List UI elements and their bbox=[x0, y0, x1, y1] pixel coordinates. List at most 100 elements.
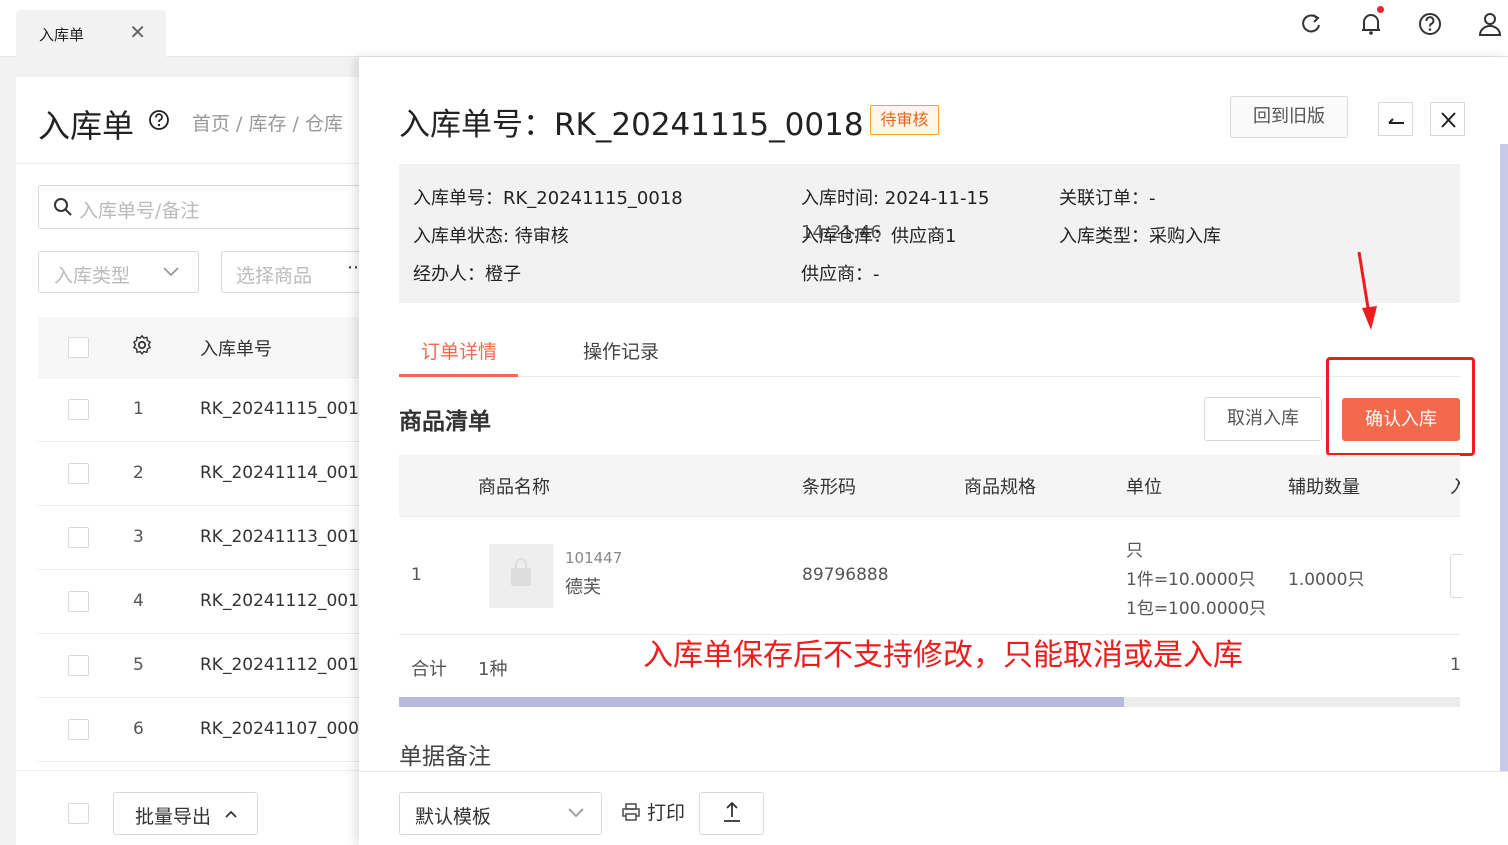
row-number: 5 bbox=[133, 655, 144, 675]
info-status: 入库单状态: 待审核 bbox=[413, 226, 569, 247]
row-checkbox[interactable] bbox=[68, 719, 89, 740]
column-truncated: 入 bbox=[1450, 477, 1460, 498]
goods-placeholder: 选择商品 bbox=[236, 265, 313, 287]
row-order-no[interactable]: RK_20241113_0014 bbox=[200, 527, 370, 547]
row-order-no[interactable]: RK_20241115_0018 bbox=[200, 399, 370, 419]
close-button[interactable] bbox=[1430, 102, 1465, 136]
total-kinds: 1种 bbox=[478, 659, 508, 680]
row-order-no[interactable]: RK_20241112_0010 bbox=[200, 655, 370, 675]
goods-select[interactable]: 选择商品 ⋯ bbox=[221, 251, 381, 293]
column-barcode: 条形码 bbox=[802, 477, 856, 498]
table-row[interactable]: 1 RK_20241115_0018 bbox=[38, 378, 378, 442]
row-checkbox[interactable] bbox=[68, 463, 89, 484]
print-button[interactable]: 打印 bbox=[621, 798, 685, 825]
user-icon[interactable] bbox=[1476, 10, 1504, 38]
drawer-footer: 默认模板 打印 bbox=[359, 771, 1508, 845]
notification-dot bbox=[1377, 6, 1384, 13]
inbound-type-select[interactable]: 入库类型 bbox=[38, 251, 199, 293]
old-version-button[interactable]: 回到旧版 bbox=[1230, 96, 1348, 138]
annotation-arrow-icon bbox=[1357, 251, 1377, 330]
unit-base: 只 bbox=[1126, 541, 1143, 561]
detail-tabs: 订单详情 操作记录 bbox=[399, 327, 1460, 377]
unit-conversion-box: 1件=10.0000只 bbox=[1126, 570, 1256, 590]
collapse-button[interactable] bbox=[1378, 102, 1413, 136]
total-right-value: 1 bbox=[1450, 655, 1461, 675]
table-row[interactable]: 2 RK_20241114_0016 bbox=[38, 442, 378, 506]
table-header: 入库单号 bbox=[38, 317, 378, 378]
goods-list-title: 商品清单 bbox=[399, 409, 491, 435]
column-order-no: 入库单号 bbox=[200, 339, 272, 360]
info-type: 入库类型：采购入库 bbox=[1059, 226, 1221, 247]
cancel-inbound-button[interactable]: 取消入库 bbox=[1204, 397, 1322, 441]
info-supplier: 供应商：- bbox=[801, 264, 880, 285]
row-checkbox[interactable] bbox=[68, 527, 89, 548]
row-checkbox[interactable] bbox=[68, 591, 89, 612]
order-info-panel: 入库单号：RK_20241115_0018 入库时间: 2024-11-15 关… bbox=[399, 164, 1460, 303]
table-row[interactable]: 6 RK_20241107_0007 bbox=[38, 698, 378, 762]
close-icon bbox=[1441, 112, 1456, 128]
tab-order-detail-label: 订单详情 bbox=[421, 341, 498, 363]
row-number: 2 bbox=[133, 463, 144, 483]
chevron-up-icon bbox=[225, 810, 237, 818]
vertical-scrollbar[interactable] bbox=[1500, 144, 1508, 771]
gear-icon[interactable] bbox=[131, 334, 153, 356]
inbound-list-page: 入库单 首页 / 库存 / 仓库 入库单号/备注 入库类型 选择商品 ⋯ 入库单… bbox=[16, 77, 381, 845]
tab-close-icon[interactable]: ✕ bbox=[129, 20, 146, 44]
print-label: 打印 bbox=[647, 802, 686, 824]
inbound-detail-drawer: 入库单号：RK_20241115_0018 待审核 回到旧版 入库单号：RK_2… bbox=[359, 57, 1508, 845]
search-input[interactable]: 入库单号/备注 bbox=[38, 185, 378, 229]
info-order-no: 入库单号：RK_20241115_0018 bbox=[413, 188, 683, 209]
table-row[interactable]: 1 101447 德芙 89796888 只 1件=10.0000只 1包=10… bbox=[399, 517, 1462, 635]
tab-label: 入库单 bbox=[39, 26, 85, 44]
tab-operation-log[interactable]: 操作记录 bbox=[583, 337, 659, 364]
upload-icon bbox=[724, 801, 740, 822]
column-goods-name: 商品名称 bbox=[478, 477, 550, 498]
total-label: 合计 bbox=[411, 659, 447, 680]
info-related-order: 关联订单：- bbox=[1059, 188, 1156, 209]
row-checkbox[interactable] bbox=[68, 399, 89, 420]
bell-icon[interactable] bbox=[1357, 10, 1385, 38]
column-spec: 商品规格 bbox=[964, 477, 1036, 498]
footer-select-all-checkbox[interactable] bbox=[68, 803, 89, 824]
select-all-checkbox[interactable] bbox=[68, 337, 89, 358]
help-icon[interactable] bbox=[1416, 10, 1444, 38]
table-row[interactable]: 5 RK_20241112_0010 bbox=[38, 634, 378, 698]
row-order-no[interactable]: RK_20241112_0012 bbox=[200, 591, 370, 611]
refresh-icon[interactable] bbox=[1297, 10, 1325, 38]
export-button[interactable] bbox=[699, 792, 764, 835]
column-aux-qty: 辅助数量 bbox=[1288, 477, 1360, 498]
divider bbox=[16, 163, 376, 164]
search-placeholder: 入库单号/备注 bbox=[79, 200, 200, 222]
row-number: 4 bbox=[133, 591, 144, 611]
info-time: 入库时间: 2024-11-15 bbox=[801, 188, 990, 209]
horizontal-scrollbar[interactable] bbox=[399, 697, 1460, 707]
breadcrumb[interactable]: 首页 / 库存 / 仓库 bbox=[192, 109, 343, 136]
collapse-icon bbox=[1388, 118, 1404, 124]
remark-title: 单据备注 bbox=[399, 744, 491, 770]
aux-quantity: 1.0000只 bbox=[1288, 570, 1365, 590]
help-icon[interactable] bbox=[148, 109, 170, 131]
row-order-no[interactable]: RK_20241114_0016 bbox=[200, 463, 370, 483]
scrollbar-thumb[interactable] bbox=[399, 697, 1124, 707]
row-number: 1 bbox=[133, 399, 144, 419]
tab-inbound[interactable]: 入库单 ✕ bbox=[16, 10, 166, 57]
batch-export-button[interactable]: 批量导出 bbox=[113, 792, 258, 835]
tab-order-detail[interactable]: 订单详情 bbox=[399, 327, 518, 377]
top-bar: 入库单 ✕ bbox=[0, 0, 1508, 57]
highlight-box bbox=[1326, 357, 1475, 456]
unit-conversion-pack: 1包=100.0000只 bbox=[1126, 599, 1267, 619]
inbound-table: 入库单号 1 RK_20241115_0018 2 RK_20241114_0016… bbox=[38, 317, 378, 762]
table-row[interactable]: 3 RK_20241113_0014 bbox=[38, 506, 378, 570]
table-row[interactable]: 4 RK_20241112_0012 bbox=[38, 570, 378, 634]
row-order-no[interactable]: RK_20241107_0007 bbox=[200, 719, 370, 739]
row-checkbox[interactable] bbox=[68, 655, 89, 676]
row-number: 6 bbox=[133, 719, 144, 739]
product-name: 德芙 bbox=[565, 577, 601, 598]
template-select[interactable]: 默认模板 bbox=[399, 792, 602, 835]
shopping-bag-icon bbox=[511, 558, 531, 586]
template-select-value: 默认模板 bbox=[415, 806, 492, 828]
quantity-input[interactable] bbox=[1450, 554, 1462, 598]
chevron-down-icon bbox=[568, 808, 584, 818]
product-barcode: 89796888 bbox=[802, 565, 889, 585]
goods-table-header: 商品名称 条形码 商品规格 单位 辅助数量 入 bbox=[399, 455, 1460, 517]
